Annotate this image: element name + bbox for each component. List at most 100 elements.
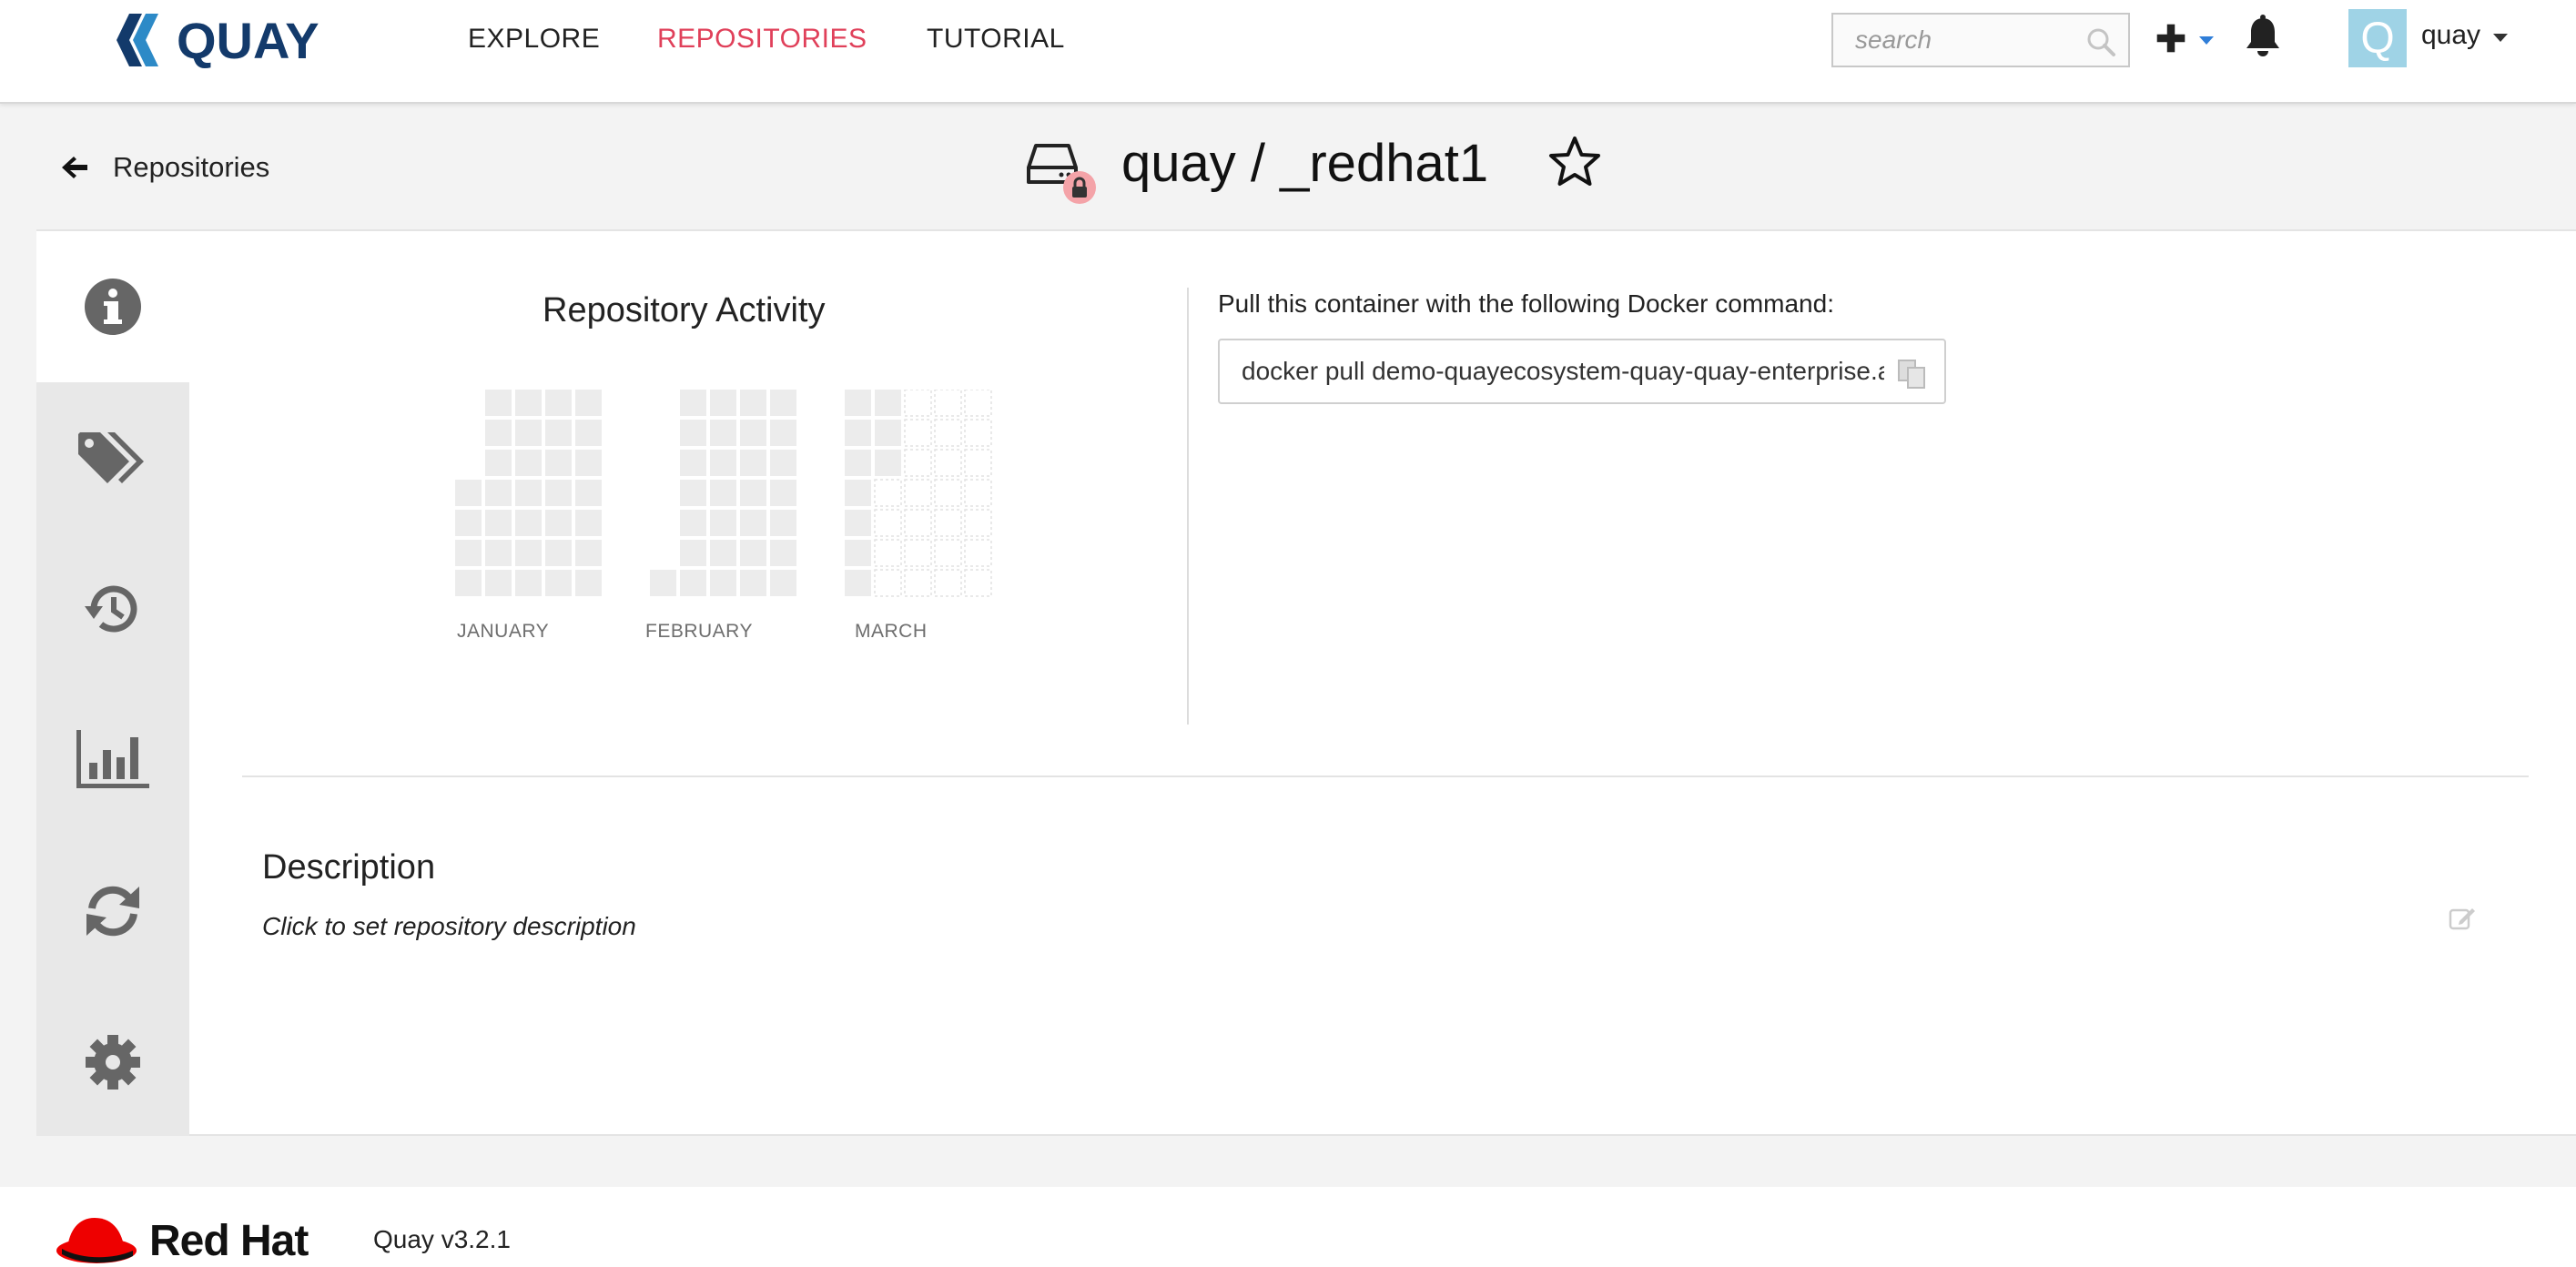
heatmap-day (515, 570, 542, 596)
footer: Red Hat Quay v3.2.1 (0, 1187, 2576, 1267)
pull-command-box (1218, 339, 1946, 404)
heatmap-day (845, 390, 871, 416)
version-label: Quay v3.2.1 (373, 1225, 511, 1253)
heatmap-day (545, 480, 572, 506)
heatmap-day (845, 480, 871, 506)
heatmap-day (710, 390, 736, 416)
edit-icon[interactable] (2449, 905, 2476, 932)
copy-icon[interactable] (1897, 359, 1928, 390)
gear-icon (86, 1035, 140, 1090)
month-label-january: JANUARY (457, 621, 550, 642)
heatmap-day (874, 539, 902, 567)
bell-icon (2246, 15, 2279, 56)
heatmap-day (740, 390, 766, 416)
heatmap-day (680, 510, 706, 536)
heatmap-day (904, 509, 932, 537)
heatmap-day (710, 450, 736, 476)
heatmap-day (575, 540, 602, 566)
nav-repositories[interactable]: REPOSITORIES (657, 24, 867, 55)
heatmap-day (680, 570, 706, 596)
heatmap-day (875, 420, 901, 446)
username: quay (2421, 20, 2481, 50)
heatmap-day (964, 419, 992, 447)
heatmap-day (845, 570, 871, 596)
heatmap-day (545, 570, 572, 596)
search-input[interactable] (1833, 15, 2061, 66)
pull-command-field[interactable] (1220, 340, 1884, 402)
refresh-icon (86, 886, 139, 937)
heatmap-day (770, 570, 796, 596)
heatmap-day (575, 510, 602, 536)
user-menu[interactable]: quay (2421, 20, 2509, 51)
heatmap-day (770, 480, 796, 506)
avatar[interactable]: Q (2348, 9, 2407, 67)
tab-tags[interactable] (36, 382, 189, 533)
heatmap-day (770, 450, 796, 476)
heatmap-day (710, 510, 736, 536)
quay-logo-icon (117, 14, 158, 66)
heatmap-day (770, 510, 796, 536)
quay-logo[interactable]: QUAY (117, 11, 319, 69)
nav-explore[interactable]: EXPLORE (468, 24, 600, 55)
heatmap-day (770, 420, 796, 446)
heatmap-day (515, 510, 542, 536)
private-repository-icon (1027, 144, 1096, 204)
heatmap-day (934, 390, 962, 417)
heatmap-day (770, 390, 796, 416)
heatmap-day (875, 390, 901, 416)
logo-text: QUAY (177, 11, 319, 69)
create-new-button[interactable] (2155, 16, 2214, 60)
back-label: Repositories (113, 151, 270, 183)
heatmap-day (740, 570, 766, 596)
heatmap-day (845, 420, 871, 446)
heatmap-day (485, 450, 512, 476)
heatmap-day (934, 569, 962, 597)
chevron-down-icon (2493, 33, 2509, 42)
heatmap-day (845, 510, 871, 536)
redhat-logo[interactable]: Red Hat (55, 1214, 309, 1267)
heatmap-day (740, 450, 766, 476)
search-box (1831, 13, 2130, 67)
heatmap-day (485, 540, 512, 566)
heatmap-day (964, 479, 992, 507)
heatmap-day (904, 419, 932, 447)
chevron-down-icon (2199, 35, 2214, 45)
repository-title: quay / _redhat1 (1121, 134, 1489, 193)
nav-tutorial[interactable]: TUTORIAL (927, 24, 1065, 55)
heatmap-day (515, 420, 542, 446)
arrow-left-icon (62, 157, 87, 178)
heatmap-day (515, 480, 542, 506)
heatmap-day (545, 510, 572, 536)
description-placeholder[interactable]: Click to set repository description (262, 912, 636, 941)
heatmap-day (455, 480, 482, 506)
heatmap-day (934, 449, 962, 477)
heatmap-day (680, 480, 706, 506)
tab-builds[interactable] (36, 836, 189, 987)
back-to-repositories-link[interactable]: Repositories (62, 151, 269, 184)
heatmap-day (904, 539, 932, 567)
bar-chart-icon (76, 730, 149, 788)
info-icon (85, 279, 141, 335)
tab-history[interactable] (36, 533, 189, 684)
heatmap-day (575, 390, 602, 416)
search-icon[interactable] (2084, 25, 2117, 58)
notifications-button[interactable] (2245, 15, 2281, 62)
heatmap-day (545, 450, 572, 476)
heatmap-day (650, 570, 676, 596)
heatmap-day (455, 540, 482, 566)
side-tab-bar (36, 231, 189, 1136)
heatmap-day (740, 480, 766, 506)
description-title: Description (262, 848, 436, 887)
heatmap-day (575, 420, 602, 446)
month-label-march: MARCH (855, 621, 928, 642)
tab-settings[interactable] (36, 987, 189, 1138)
tab-usage-logs[interactable] (36, 684, 189, 836)
pull-command-label: Pull this container with the following D… (1218, 289, 1834, 318)
section-divider (1187, 288, 1189, 725)
heatmap-day (934, 479, 962, 507)
tags-icon (78, 432, 144, 483)
heatmap-day (934, 539, 962, 567)
star-icon[interactable] (1547, 135, 1602, 189)
tab-information[interactable] (36, 231, 189, 382)
heatmap-day (964, 539, 992, 567)
